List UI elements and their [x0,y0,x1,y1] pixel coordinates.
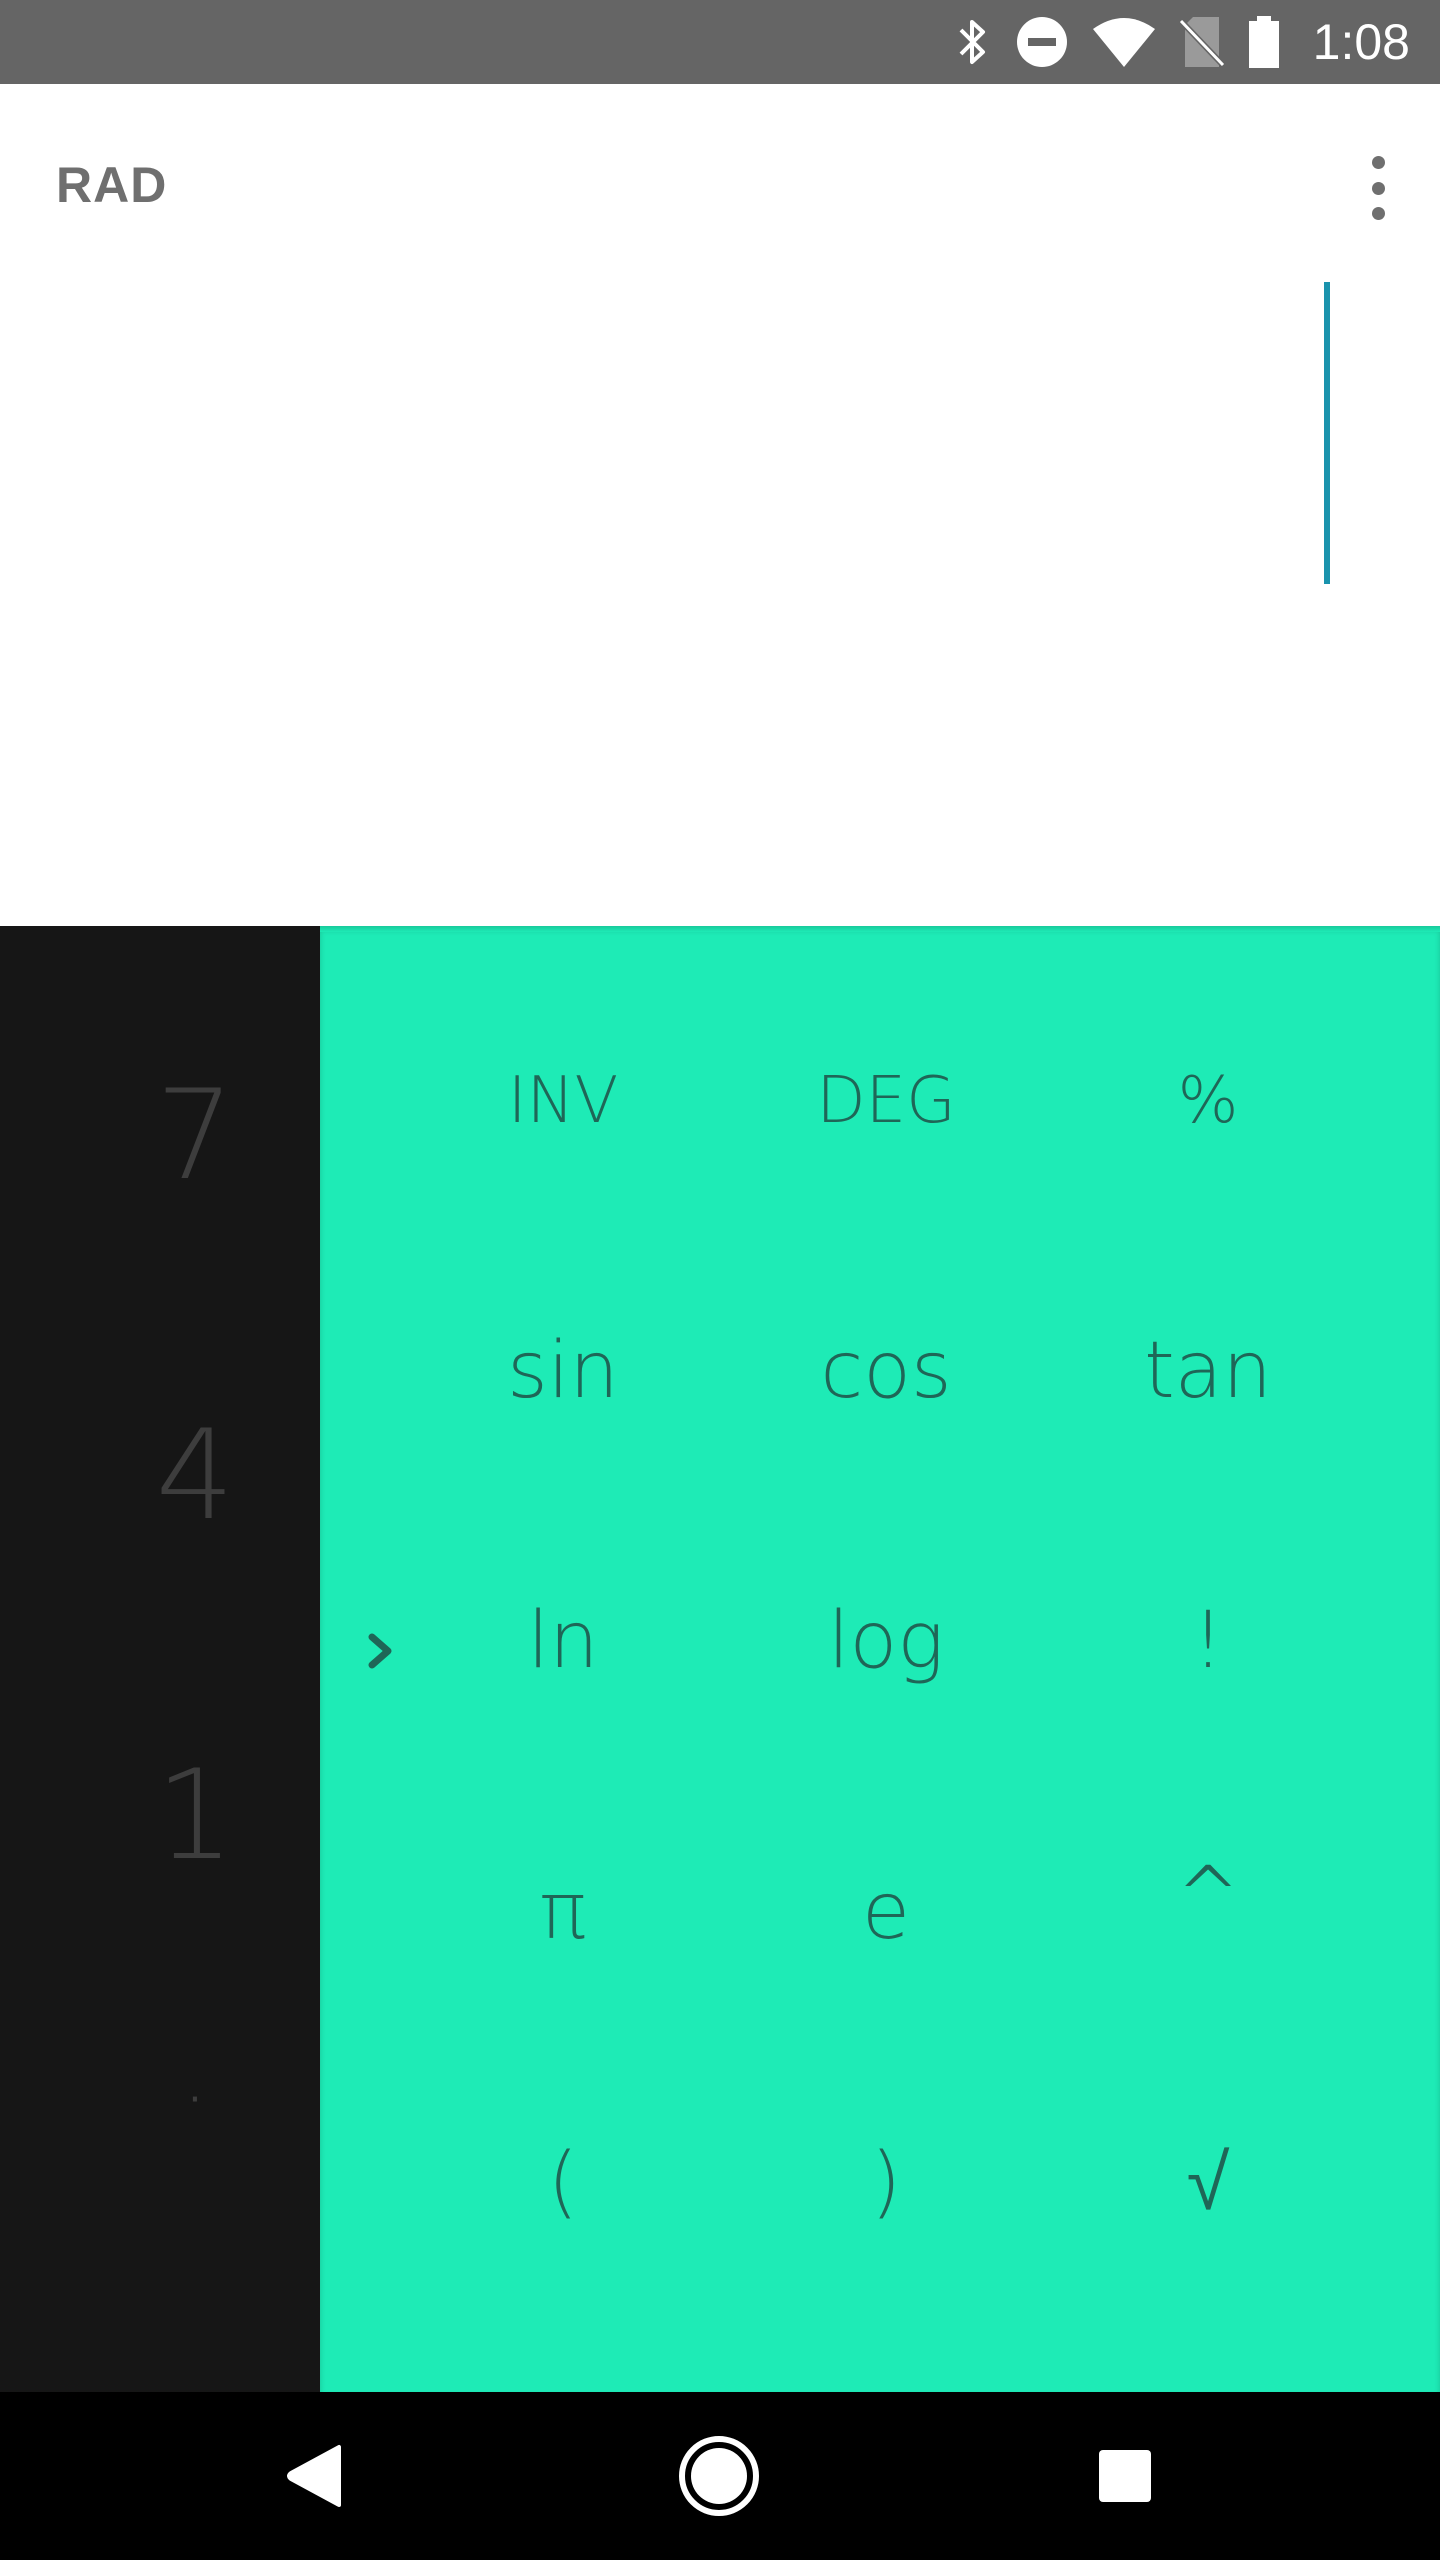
chevron-right-icon[interactable] [350,1621,410,1681]
calculator-display[interactable]: RAD [0,84,1440,926]
home-icon[interactable] [619,2392,819,2560]
e-button[interactable]: e [726,1842,1046,1982]
power-button[interactable]: ^ [1048,1826,1368,1966]
left-paren-button[interactable]: ( [403,2112,723,2252]
right-paren-button[interactable]: ) [726,2112,1046,2252]
recents-icon[interactable] [1025,2392,1225,2560]
ln-button[interactable]: ln [403,1571,723,1711]
pi-button[interactable]: π [403,1842,723,1982]
factorial-button[interactable]: ! [1048,1571,1368,1711]
log-button[interactable]: log [726,1571,1046,1711]
calculator-screen: 1:08 RAD 7 4 1 · INV DEG % sin cos tan l… [0,0,1440,2560]
formula-cursor [1324,282,1330,584]
keypad: 7 4 1 · INV DEG % sin cos tan ln log ! π… [0,926,1440,2392]
no-sim-icon [1178,15,1225,69]
battery-icon [1247,14,1281,70]
bluetooth-icon [953,14,993,70]
do-not-disturb-icon [1015,15,1069,69]
navigation-bar [0,2392,1440,2560]
back-icon[interactable] [215,2392,415,2560]
sin-button[interactable]: sin [403,1301,723,1441]
advanced-pad[interactable]: INV DEG % sin cos tan ln log ! π e ^ ( )… [320,926,1440,2392]
inv-button[interactable]: INV [403,1031,723,1171]
numeric-pad: 7 4 1 · [0,926,320,2392]
status-bar: 1:08 [0,0,1440,84]
tan-button[interactable]: tan [1048,1301,1368,1441]
status-time: 1:08 [1312,14,1410,70]
wifi-icon [1091,15,1157,69]
deg-button[interactable]: DEG [726,1031,1046,1171]
sqrt-button[interactable]: √ [1048,2112,1368,2252]
status-icons: 1:08 [953,0,1410,84]
cos-button[interactable]: cos [726,1301,1046,1441]
angle-mode-label: RAD [56,157,168,213]
more-vert-icon[interactable] [1358,148,1398,228]
percent-button[interactable]: % [1048,1031,1368,1171]
